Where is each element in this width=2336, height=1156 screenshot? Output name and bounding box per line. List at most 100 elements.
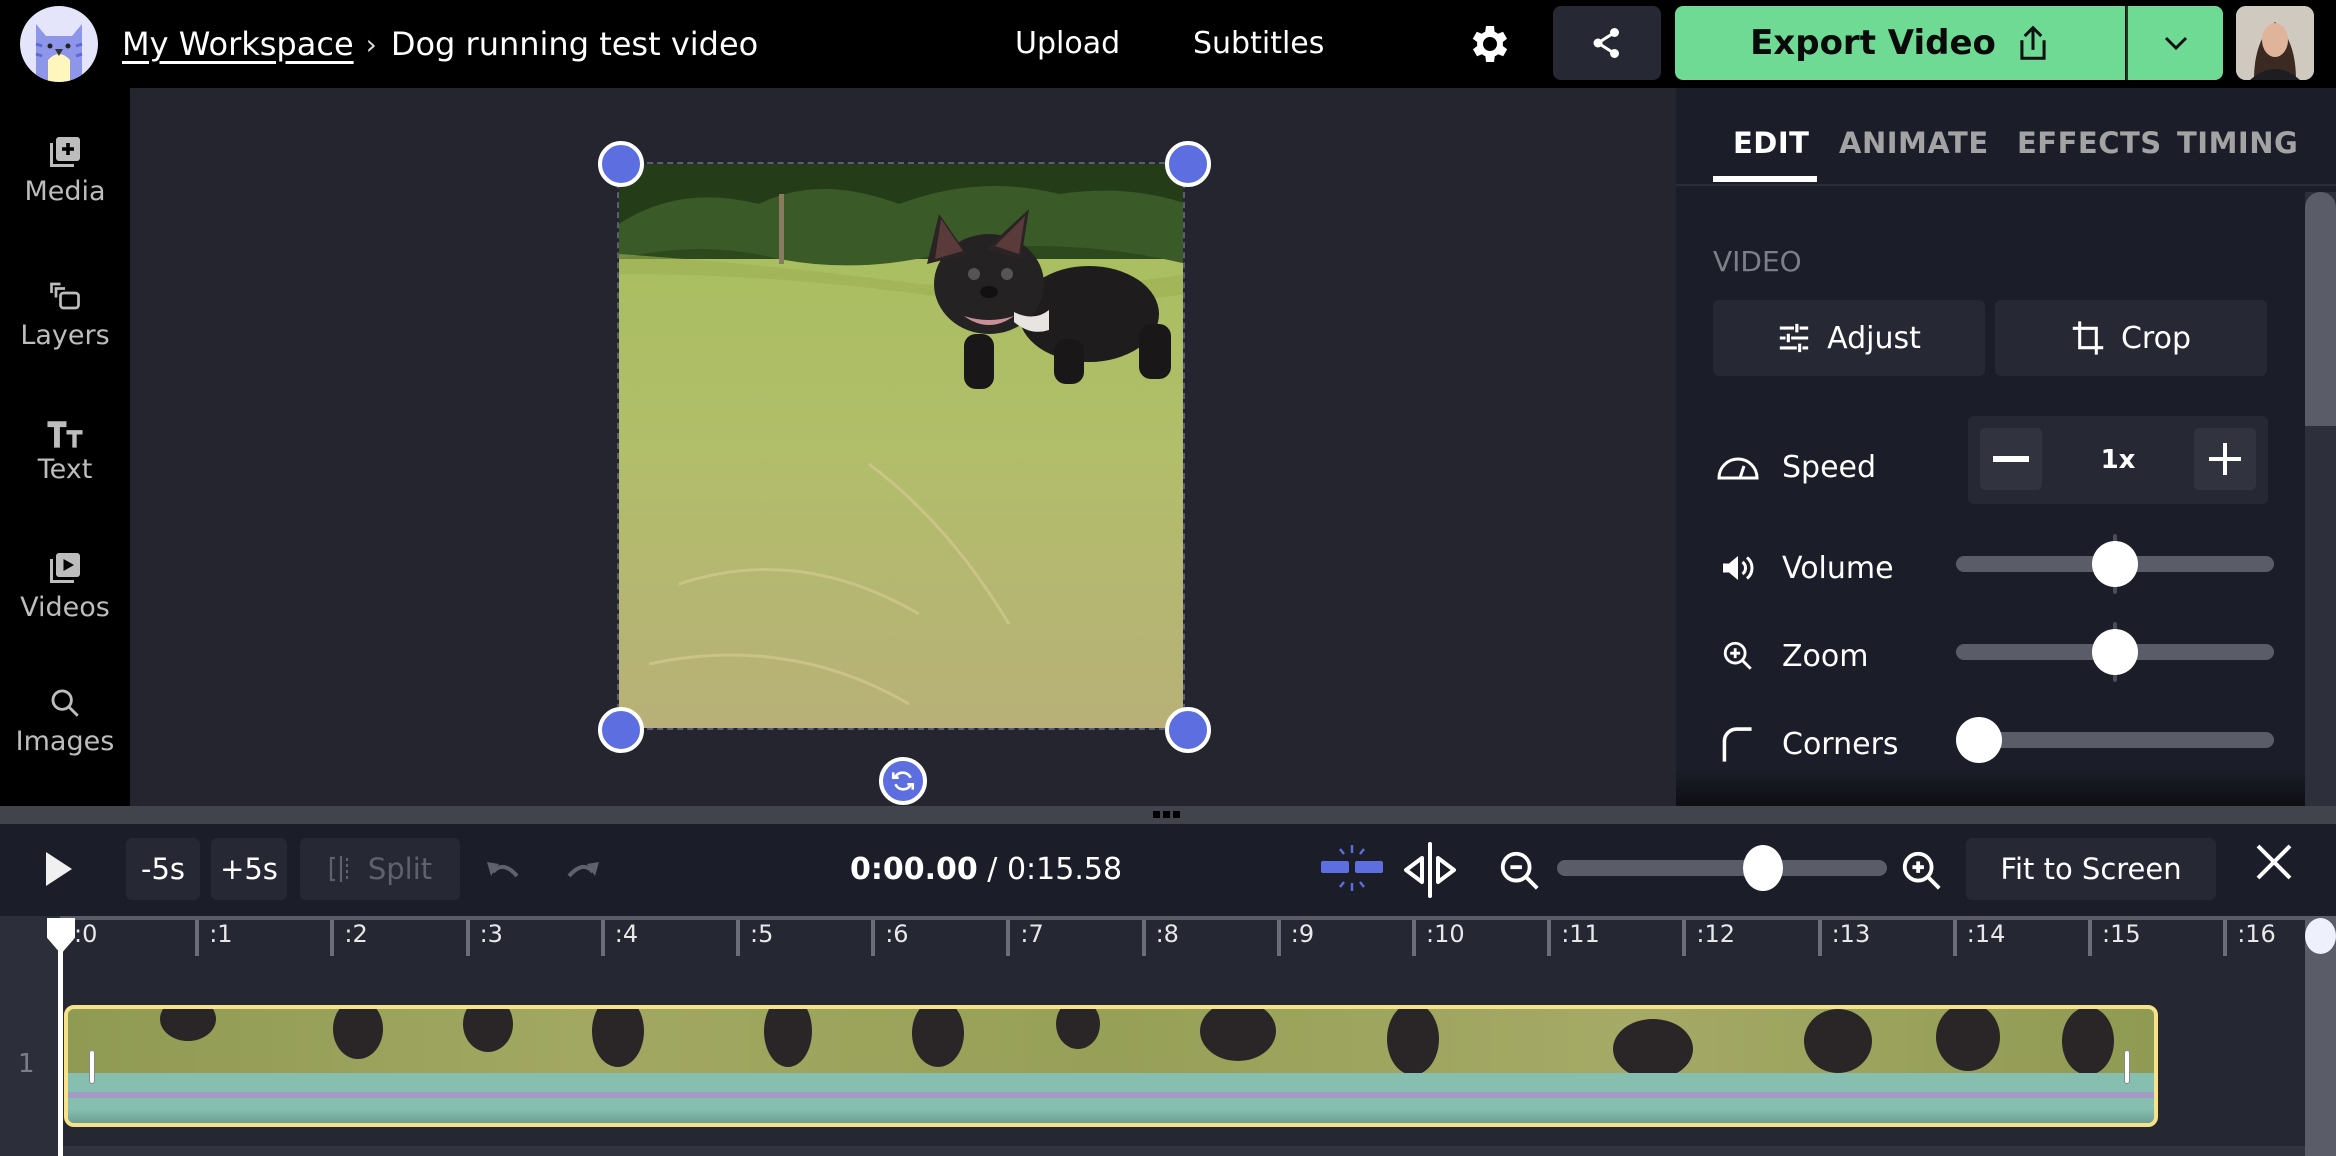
crop-label: Crop — [2120, 320, 2192, 356]
timeline-zoom-out-button[interactable] — [1497, 848, 1543, 898]
ruler-label: :4 — [614, 920, 639, 948]
sidebar-item-text[interactable]: Text — [0, 418, 130, 485]
split-at-playhead-button[interactable] — [1402, 842, 1458, 902]
resize-handle-bottom-left[interactable] — [598, 707, 644, 753]
video-preview[interactable] — [617, 162, 1185, 730]
resize-handle-top-right[interactable] — [1165, 141, 1211, 187]
skip-forward-5s-button[interactable]: +5s — [211, 838, 287, 900]
track-number: 1 — [18, 1049, 35, 1079]
current-time: 0:00.00 — [850, 852, 978, 887]
ruler-tick — [2088, 920, 2092, 956]
sidebar-item-media[interactable]: Media — [0, 134, 130, 207]
video-clip[interactable] — [64, 1005, 2158, 1127]
clip-thumbnail-strip — [160, 1009, 2114, 1079]
volume-slider[interactable] — [1956, 534, 2274, 594]
ruler-tick — [1412, 920, 1416, 956]
left-sidebar: Media Layers Text Videos Images — [0, 88, 130, 806]
adjust-label: Adjust — [1827, 320, 1921, 356]
rotate-icon — [891, 771, 915, 791]
ruler-label: :7 — [1020, 920, 1044, 948]
video-library-icon — [50, 553, 80, 583]
snap-toggle-button[interactable] — [1320, 844, 1386, 896]
timeline-horizontal-scrollbar[interactable] — [60, 1146, 2305, 1156]
export-label: Export Video — [1750, 23, 1996, 63]
ruler-label: :2 — [344, 920, 368, 948]
corners-slider[interactable] — [1956, 717, 2274, 763]
playhead-line[interactable] — [58, 918, 63, 1156]
chevron-down-icon — [2164, 36, 2187, 51]
upload-icon — [2020, 25, 2046, 60]
ruler-label: :14 — [1966, 920, 2006, 948]
split-button[interactable]: Split — [300, 838, 460, 900]
sidebar-item-images[interactable]: Images — [0, 686, 130, 757]
panel-scrollbar-thumb[interactable] — [2305, 192, 2336, 426]
project-title[interactable]: Dog running test video — [391, 25, 758, 63]
undo-button[interactable] — [487, 858, 521, 884]
sidebar-item-layers[interactable]: Layers — [0, 278, 130, 351]
panel-scrollbar[interactable] — [2305, 192, 2336, 806]
split-arrows-icon — [1404, 842, 1456, 898]
crop-button[interactable]: Crop — [1995, 300, 2267, 376]
ruler-tick — [465, 920, 470, 956]
zoom-slider[interactable] — [1956, 622, 2274, 682]
tab-animate[interactable]: ANIMATE — [1839, 126, 1989, 160]
rotate-handle[interactable] — [879, 757, 927, 805]
section-label-video: VIDEO — [1713, 245, 1802, 278]
speed-increase-button[interactable] — [2194, 428, 2256, 490]
clip-trim-handle-start[interactable] — [89, 1050, 95, 1084]
sidebar-item-label: Images — [15, 726, 115, 757]
app-logo[interactable] — [20, 6, 98, 82]
ruler-tick — [736, 920, 740, 956]
sidebar-item-label: Videos — [20, 592, 110, 623]
subtitles-link[interactable]: Subtitles — [1193, 22, 1324, 66]
close-timeline-button[interactable] — [2254, 842, 2294, 886]
settings-button[interactable] — [1466, 20, 1514, 68]
zoom-in-icon — [1723, 641, 1752, 670]
speed-decrease-button[interactable] — [1980, 428, 2042, 490]
corners-control: Corners — [1716, 719, 1899, 769]
drag-grip-icon[interactable] — [1153, 811, 1180, 818]
ruler-tick — [871, 920, 876, 956]
volume-slider-thumb[interactable] — [2092, 541, 2138, 587]
dog-video-frame — [619, 164, 1183, 728]
speed-label: Speed — [1782, 449, 1877, 485]
ruler-label: :0 — [74, 920, 98, 948]
zoom-slider-thumb[interactable] — [2092, 629, 2138, 675]
track-gutter — [0, 916, 60, 1156]
corners-slider-thumb[interactable] — [1956, 717, 2002, 763]
tab-edit[interactable]: EDIT — [1733, 126, 1809, 160]
audio-waveform-line — [68, 1092, 2154, 1098]
export-options-dropdown[interactable] — [2126, 6, 2223, 80]
share-button[interactable] — [1553, 6, 1661, 80]
speedometer-icon — [1717, 457, 1759, 480]
play-button[interactable] — [44, 850, 74, 892]
ruler-label: :12 — [1696, 920, 1736, 948]
workspace-link[interactable]: My Workspace — [122, 25, 354, 63]
redo-button[interactable] — [565, 858, 599, 884]
timeline-zoom-in-button[interactable] — [1899, 848, 1945, 898]
tab-effects[interactable]: EFFECTS — [2017, 126, 2162, 160]
export-video-button[interactable]: Export Video — [1675, 6, 2125, 80]
user-avatar[interactable] — [2236, 6, 2314, 80]
timeline-zoom-thumb[interactable] — [1742, 845, 1783, 891]
clip-trim-handle-end[interactable] — [2124, 1050, 2130, 1084]
upload-link[interactable]: Upload — [1015, 22, 1120, 66]
ruler-tick — [1817, 920, 1822, 956]
adjust-button[interactable]: Adjust — [1713, 300, 1985, 376]
rounded-corner-icon — [1722, 727, 1752, 762]
ruler-label: :15 — [2102, 920, 2141, 948]
sidebar-item-label: Text — [37, 454, 93, 485]
sidebar-item-videos[interactable]: Videos — [0, 550, 130, 623]
skip-back-5s-button[interactable]: -5s — [126, 838, 200, 900]
total-duration: 0:15.58 — [1006, 852, 1123, 887]
active-tab-indicator — [1713, 176, 1817, 182]
timeline-vertical-scrollbar-thumb[interactable] — [2305, 918, 2336, 954]
clip-shade — [68, 1109, 2154, 1123]
volume-label: Volume — [1782, 550, 1894, 586]
fit-to-screen-button[interactable]: Fit to Screen — [1966, 838, 2216, 900]
tab-timing[interactable]: TIMING — [2177, 126, 2298, 160]
resize-handle-bottom-right[interactable] — [1165, 707, 1211, 753]
timeline-zoom-slider[interactable] — [1557, 860, 1887, 876]
avatar-photo — [2236, 6, 2314, 80]
resize-handle-top-left[interactable] — [598, 141, 644, 187]
